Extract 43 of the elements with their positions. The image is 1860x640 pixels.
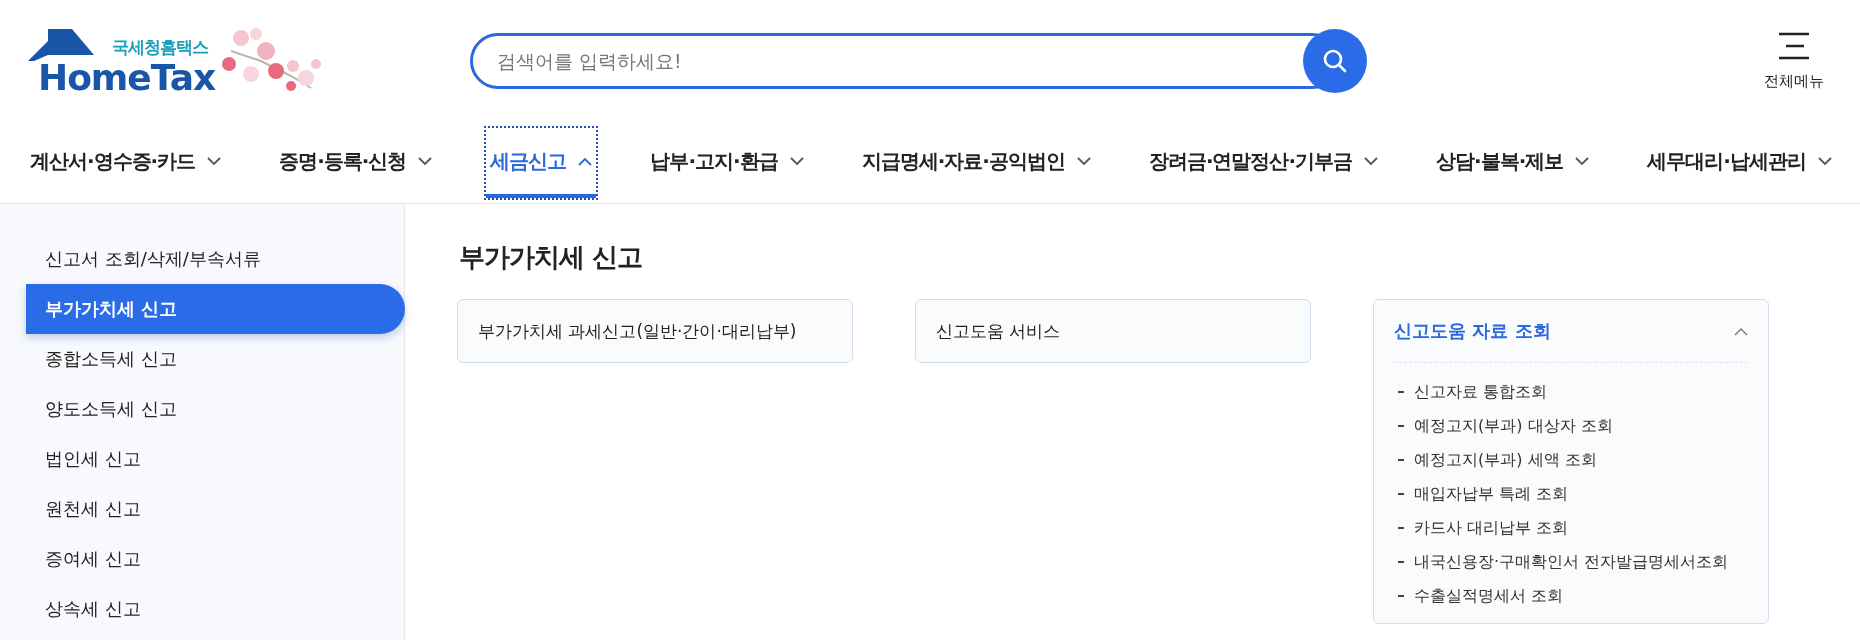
sub-menu-link[interactable]: 예정고지(부과) 대상자 조회	[1414, 415, 1613, 437]
sub-menu-link[interactable]: 예정고지(부과) 세액 조회	[1414, 449, 1597, 471]
sidebar-item[interactable]: 신고서 조회/삭제/부속서류	[26, 234, 405, 284]
sidebar-item[interactable]: 원천세 신고	[26, 484, 405, 534]
sidebar-item[interactable]: 증여세 신고	[26, 534, 405, 584]
nav-tab[interactable]: 세금신고	[486, 128, 597, 198]
chevron-icon	[578, 156, 593, 166]
nav-tab[interactable]: 증명·등록·신청	[275, 128, 437, 198]
sub-menu-link[interactable]: 수출실적명세서 조회	[1414, 585, 1564, 607]
chevron-icon	[207, 156, 222, 166]
nav-tab[interactable]: 세무대리·납세관리	[1643, 128, 1836, 198]
card-title-link[interactable]: 신고도움 서비스	[936, 319, 1061, 343]
sidebar-item[interactable]: 종합소득세 신고	[26, 334, 405, 384]
card-title-link[interactable]: 신고도움 자료 조회	[1394, 319, 1551, 343]
nav-tab[interactable]: 상담·불복·제보	[1432, 128, 1594, 198]
chevron-icon	[1575, 156, 1590, 166]
sub-menu-link[interactable]: 매입자납부 특례 조회	[1414, 483, 1569, 505]
chevron-icon	[418, 156, 433, 166]
sub-menu-link[interactable]: 카드사 대리납부 조회	[1414, 517, 1569, 539]
card-title-link[interactable]: 부가가치세 과세신고(일반·간이·대리납부)	[478, 319, 797, 343]
sub-menu-link[interactable]: 내국신용장·구매확인서 전자발급명세서조회	[1414, 551, 1729, 573]
chevron-up-icon[interactable]	[1734, 326, 1748, 336]
nav-tab[interactable]: 지급명세·자료·공익법인	[857, 128, 1095, 198]
chevron-icon	[1364, 156, 1379, 166]
all-menu-button[interactable]: 전체메뉴	[1764, 31, 1824, 91]
search-field[interactable]: 검색어를 입력하세요!	[497, 39, 1277, 83]
menu-icon	[1778, 31, 1810, 60]
sidebar-item[interactable]: 법인세 신고	[26, 434, 405, 484]
search-icon	[1322, 48, 1348, 74]
nav-tab[interactable]: 계산서·영수증·카드	[26, 128, 226, 198]
nav-tab[interactable]: 납부·고지·환급	[646, 128, 808, 198]
chevron-icon	[1817, 156, 1832, 166]
nav-tab[interactable]: 장려금·연말정산·기부금	[1144, 128, 1383, 198]
logo-subtitle: 국세청홈택스	[111, 36, 209, 59]
house-roof-icon	[26, 27, 96, 63]
chevron-icon	[1076, 156, 1091, 166]
sidebar-item[interactable]: 부가가치세 신고	[26, 284, 405, 334]
chevron-icon	[789, 156, 804, 166]
sidebar-item[interactable]: 양도소득세 신고	[26, 384, 405, 434]
sidebar-item[interactable]: 상속세 신고	[26, 584, 405, 634]
logo-wordmark[interactable]: HomeTax	[26, 60, 216, 96]
sub-menu-link[interactable]: 신고자료 통합조회	[1414, 381, 1548, 403]
section-title: 부가가치세 신고	[459, 241, 644, 274]
